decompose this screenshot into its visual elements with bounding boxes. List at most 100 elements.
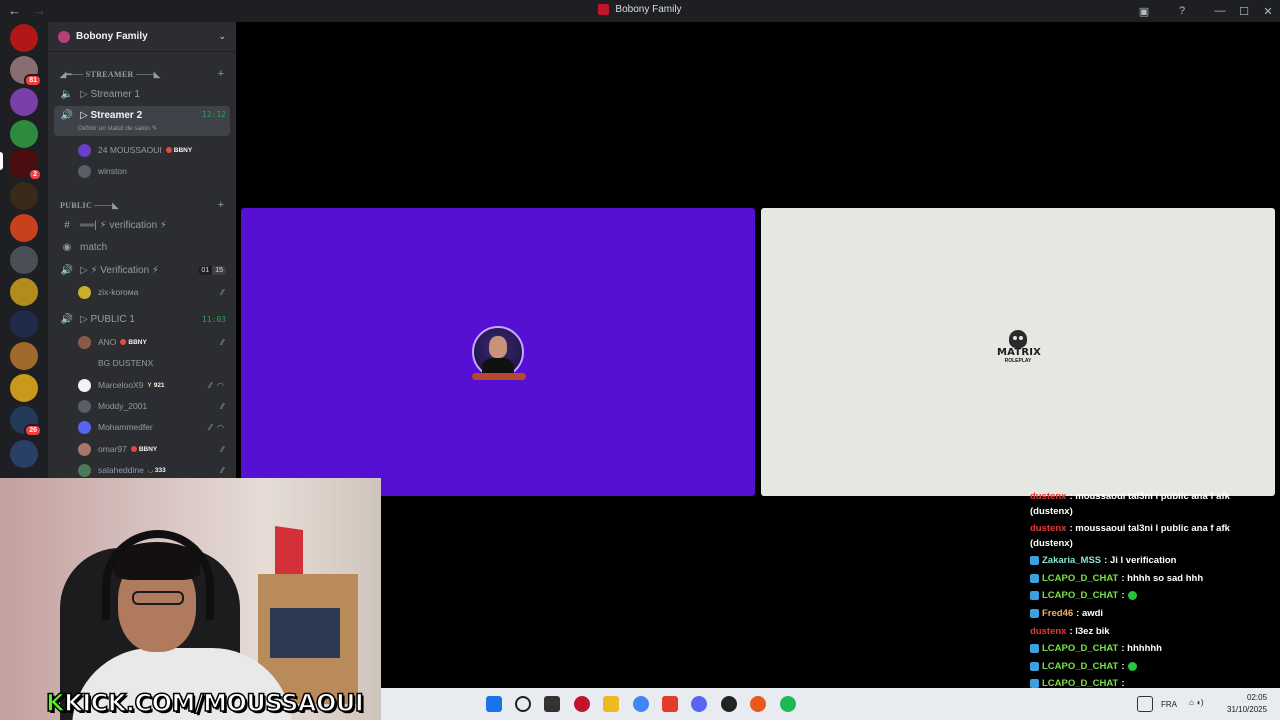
- voice-user[interactable]: BG DUSTENX: [78, 354, 228, 372]
- server-icon[interactable]: [10, 120, 38, 148]
- chat-username[interactable]: Zakaria_MSS: [1042, 555, 1101, 566]
- search-icon[interactable]: [515, 696, 531, 712]
- app-icon[interactable]: [662, 696, 678, 712]
- crown-icon: Y: [147, 381, 152, 389]
- category-streamer[interactable]: ◢━── STREAMER ───◣: [60, 70, 160, 79]
- network-icon[interactable]: ⌂ ◖): [1189, 698, 1204, 707]
- server-icon[interactable]: [10, 374, 38, 402]
- server-icon[interactable]: [10, 246, 38, 274]
- speaker-icon: 🔊: [60, 110, 74, 121]
- guild-header[interactable]: Bobony Family ⌄: [48, 22, 236, 52]
- chat-message: LCAPO_D_CHAT:: [1030, 587, 1280, 605]
- avatar: [78, 420, 91, 434]
- stage-icon: ◉: [62, 241, 72, 253]
- server-icon[interactable]: [10, 88, 38, 116]
- chat-username[interactable]: Fred46: [1042, 608, 1073, 619]
- guild-tag: BBNY: [120, 339, 147, 346]
- deafened-icon: ◠: [217, 380, 224, 390]
- user-name: 24 MOUSSAOUI: [98, 145, 162, 155]
- server-icon[interactable]: [10, 24, 38, 52]
- chat-badge-icon: [1030, 556, 1039, 566]
- clock-date[interactable]: 31/10/2025: [1227, 705, 1267, 714]
- chat-badge-icon: [1030, 609, 1039, 619]
- chat-username[interactable]: dustenx: [1030, 489, 1066, 504]
- voice-user[interactable]: Mohammedfer ⁄⁄ ◠: [78, 418, 228, 436]
- tag-icon: [120, 339, 127, 345]
- voice-user[interactable]: omar97 BBNY ⁄⁄: [78, 440, 228, 458]
- close-button[interactable]: ✕: [1256, 5, 1280, 18]
- task-view-icon[interactable]: [544, 696, 560, 712]
- app-icon[interactable]: [574, 696, 590, 712]
- webcam-overlay: KKICK.COM/MOUSSAOUI: [0, 478, 381, 720]
- server-icon[interactable]: [10, 278, 38, 306]
- channel-verification-text[interactable]: # ══| ⚡ verification ⚡: [54, 215, 230, 235]
- chat-username[interactable]: dustenx: [1030, 626, 1066, 637]
- tag-icon: [165, 147, 172, 153]
- channel-status[interactable]: Définir un statut de salon ✎: [78, 124, 157, 132]
- server-icon-active[interactable]: 2: [10, 150, 42, 181]
- spotify-icon[interactable]: [780, 696, 796, 712]
- app-icon[interactable]: [750, 696, 766, 712]
- user-count: 01: [198, 265, 213, 275]
- muted-icon: ⁄⁄: [221, 444, 224, 454]
- voice-user[interactable]: salaheddine ◡ 333 ⁄⁄: [78, 461, 228, 478]
- channel-verification-voice[interactable]: 🔊 ▷ ⚡ Verification ⚡ 01 15: [54, 260, 230, 280]
- maximize-button[interactable]: ☐: [1232, 5, 1256, 18]
- channel-match[interactable]: ◉ match: [54, 237, 230, 257]
- language-indicator[interactable]: FRA: [1161, 700, 1177, 709]
- tray-icon[interactable]: [1137, 696, 1153, 712]
- help-icon[interactable]: ?: [1170, 5, 1194, 17]
- channel-public-1[interactable]: 🔊 ▷ PUBLIC 1 11:03: [54, 309, 230, 329]
- server-icon[interactable]: [10, 342, 38, 370]
- clock-time[interactable]: 02:05: [1247, 693, 1267, 702]
- category-public[interactable]: PUBLIC ───◣: [60, 201, 119, 210]
- windows-start-icon[interactable]: [486, 696, 502, 712]
- server-icon[interactable]: [10, 182, 38, 210]
- chrome-icon[interactable]: [633, 696, 649, 712]
- crown-icon: ◡: [147, 467, 153, 474]
- chat-text: :: [1121, 590, 1125, 602]
- server-icon[interactable]: [10, 440, 38, 468]
- chat-text: :: [1121, 660, 1125, 672]
- add-channel-button[interactable]: +: [218, 199, 224, 211]
- guild-tag: Y 921: [147, 381, 165, 389]
- channel-streamer-2[interactable]: 🔊 ▷ Streamer 2 12:12 Définir un statut d…: [54, 106, 230, 136]
- chat-username[interactable]: LCAPO_D_CHAT: [1042, 573, 1118, 584]
- obs-icon[interactable]: [721, 696, 737, 712]
- muted-icon: ⁄⁄: [221, 465, 224, 475]
- channel-label: ▷ ⚡ Verification ⚡: [80, 264, 159, 276]
- server-icon[interactable]: [10, 214, 38, 242]
- minimize-button[interactable]: —: [1208, 5, 1232, 17]
- avatar: [78, 399, 91, 413]
- chat-badge-icon: [1030, 661, 1039, 671]
- discord-icon[interactable]: [691, 696, 707, 712]
- inbox-icon[interactable]: ▣: [1132, 5, 1156, 18]
- hashtag-icon: #: [64, 219, 70, 231]
- chat-username[interactable]: LCAPO_D_CHAT: [1042, 643, 1118, 654]
- speaker-icon: 🔊: [60, 313, 74, 325]
- server-icon[interactable]: 81: [10, 56, 42, 87]
- chat-username[interactable]: dustenx: [1030, 521, 1066, 536]
- guild-name: Bobony Family: [76, 31, 148, 42]
- voice-user[interactable]: MarcelooX9 Y 921 ⁄⁄ ◠: [78, 376, 228, 394]
- voice-user[interactable]: Moddy_2001 ⁄⁄: [78, 397, 228, 415]
- channel-streamer-1[interactable]: 🔈 ▷ Streamer 1: [54, 84, 230, 104]
- chevron-down-icon[interactable]: ⌄: [218, 31, 226, 42]
- unread-badge: 81: [24, 74, 42, 87]
- user-name: omar97: [98, 444, 127, 454]
- file-explorer-icon[interactable]: [603, 696, 619, 712]
- voice-user[interactable]: 24 MOUSSAOUI BBNY: [78, 141, 228, 159]
- add-channel-button[interactable]: +: [218, 68, 224, 80]
- app-logo-icon: [598, 4, 610, 15]
- channel-label: ══| ⚡ verification ⚡: [80, 219, 167, 231]
- voice-user[interactable]: winston: [78, 162, 228, 180]
- chat-username[interactable]: LCAPO_D_CHAT: [1042, 661, 1118, 672]
- chat-text: : l3ez bik: [1069, 625, 1110, 637]
- voice-user[interactable]: zix-koroма ⁄⁄: [78, 283, 228, 301]
- chat-username[interactable]: LCAPO_D_CHAT: [1042, 590, 1118, 601]
- video-tile-user[interactable]: [241, 208, 755, 496]
- server-icon[interactable]: 26: [10, 406, 42, 437]
- voice-user[interactable]: ANO BBNY ⁄⁄: [78, 333, 228, 351]
- video-tile-stream[interactable]: MATRIX ROLEPLAY: [761, 208, 1275, 496]
- server-icon[interactable]: [10, 310, 38, 338]
